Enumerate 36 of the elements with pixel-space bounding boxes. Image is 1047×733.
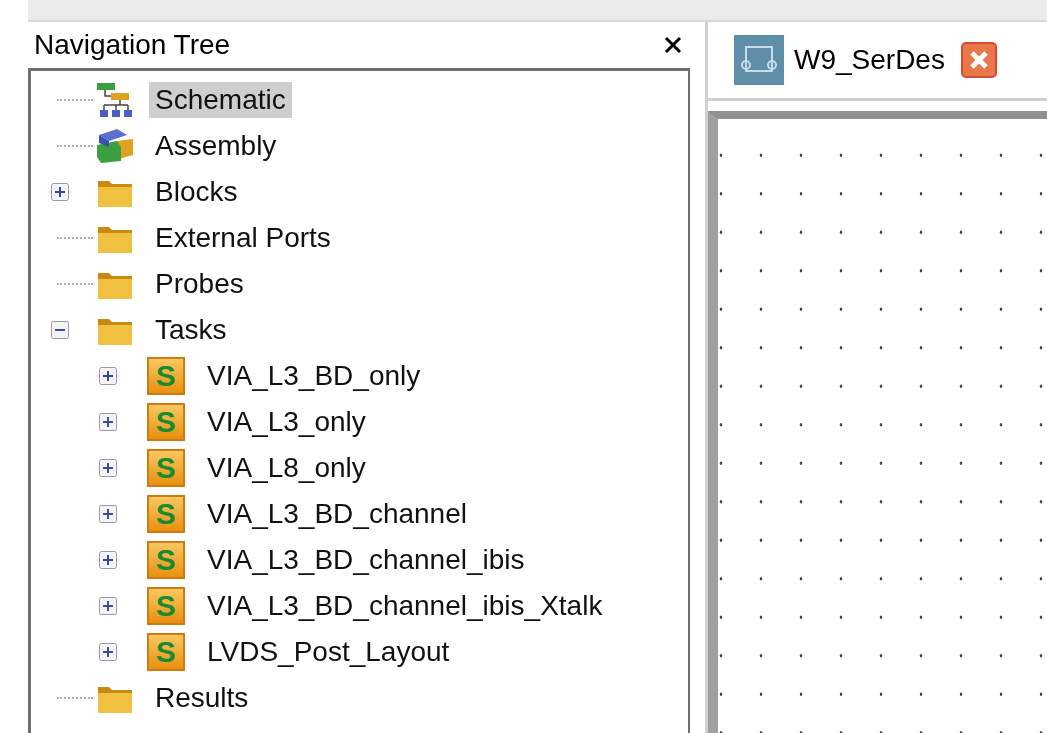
tree-item[interactable]: External Ports (149, 220, 337, 256)
tree-item[interactable]: Tasks (149, 312, 233, 348)
task-icon: S (147, 357, 185, 395)
task-icon: S (147, 633, 185, 671)
close-icon[interactable] (664, 36, 682, 54)
boxes-icon (95, 127, 135, 165)
circuit-icon (734, 35, 784, 85)
task-icon: S (147, 541, 185, 579)
expand-icon[interactable] (99, 505, 117, 523)
expand-icon[interactable] (99, 551, 117, 569)
expand-icon[interactable] (99, 597, 117, 615)
task-icon: S (147, 403, 185, 441)
tree-item[interactable]: VIA_L3_BD_channel (201, 496, 473, 532)
task-icon: S (147, 495, 185, 533)
expand-icon[interactable] (99, 459, 117, 477)
tree-item[interactable]: VIA_L8_only (201, 450, 372, 486)
tree-item[interactable]: Blocks (149, 174, 244, 210)
expand-icon[interactable] (99, 367, 117, 385)
tree-item[interactable]: VIA_L3_BD_only (201, 358, 427, 394)
expand-icon[interactable] (99, 643, 117, 661)
expand-icon[interactable] (99, 413, 117, 431)
tree-item[interactable]: LVDS_Post_Layout (201, 634, 456, 670)
tree-item[interactable]: VIA_L3_BD_channel_ibis_Xtalk (201, 588, 609, 624)
tree-item[interactable]: Schematic (149, 82, 292, 118)
panel-title: Navigation Tree (34, 29, 231, 61)
tree-item[interactable]: Probes (149, 266, 250, 302)
task-icon: S (147, 587, 185, 625)
hierarchy-icon (95, 81, 135, 119)
tree-item[interactable]: Results (149, 680, 255, 716)
tree-item[interactable]: Assembly (149, 128, 283, 164)
tree-item[interactable]: VIA_L3_only (201, 404, 372, 440)
expand-icon[interactable] (51, 183, 69, 201)
collapse-icon[interactable] (51, 321, 69, 339)
tree-item[interactable]: VIA_L3_BD_channel_ibis (201, 542, 531, 578)
task-icon: S (147, 449, 185, 487)
schematic-canvas[interactable] (708, 111, 1047, 733)
